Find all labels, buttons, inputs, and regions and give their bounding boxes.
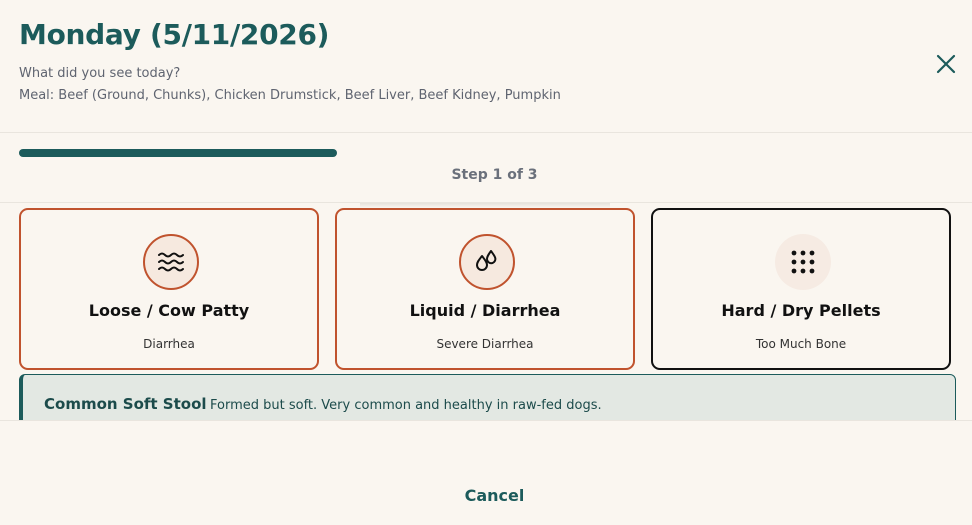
step-indicator: Step 1 of 3 bbox=[451, 167, 538, 183]
page-title: Monday (5/11/2026) bbox=[19, 18, 330, 51]
option-icon-badge bbox=[143, 234, 199, 290]
option-title: Liquid / Diarrhea bbox=[409, 301, 561, 320]
progress-bar bbox=[19, 149, 953, 157]
waves-icon bbox=[158, 252, 184, 272]
option-subtitle: Severe Diarrhea bbox=[436, 337, 534, 351]
droplets-icon bbox=[476, 250, 497, 271]
option-title: Loose / Cow Patty bbox=[88, 301, 250, 320]
meal-text: Meal: Beef (Ground, Chunks), Chicken Dru… bbox=[19, 88, 561, 103]
option-subtitle: Diarrhea bbox=[143, 337, 195, 351]
option-info-banner[interactable]: Common Soft Stool Formed but soft. Very … bbox=[19, 374, 956, 421]
info-title: Common Soft Stool bbox=[44, 395, 207, 413]
option-card-loose[interactable]: Loose / Cow Patty Diarrhea bbox=[19, 208, 319, 370]
cancel-button[interactable]: Cancel bbox=[0, 486, 972, 505]
header-divider bbox=[0, 132, 972, 133]
option-card-hard[interactable]: Hard / Dry Pellets Too Much Bone bbox=[651, 208, 951, 370]
close-icon bbox=[936, 54, 956, 74]
footer-divider bbox=[0, 420, 972, 421]
info-description: Formed but soft. Very common and healthy… bbox=[210, 398, 602, 413]
progress-fill bbox=[19, 149, 337, 157]
close-button[interactable] bbox=[930, 48, 962, 80]
prompt-text: What did you see today? bbox=[19, 66, 181, 81]
option-card-liquid[interactable]: Liquid / Diarrhea Severe Diarrhea bbox=[335, 208, 635, 370]
option-icon-badge bbox=[775, 234, 831, 290]
dots-grid-icon bbox=[791, 250, 815, 274]
option-icon-badge bbox=[459, 234, 515, 290]
option-title: Hard / Dry Pellets bbox=[721, 301, 881, 320]
modal-header: Monday (5/11/2026) What did you see toda… bbox=[0, 0, 972, 132]
option-subtitle: Too Much Bone bbox=[755, 337, 847, 351]
options-scroll-area[interactable]: Loose / Cow Patty Diarrhea Liquid / Diar… bbox=[0, 203, 972, 421]
